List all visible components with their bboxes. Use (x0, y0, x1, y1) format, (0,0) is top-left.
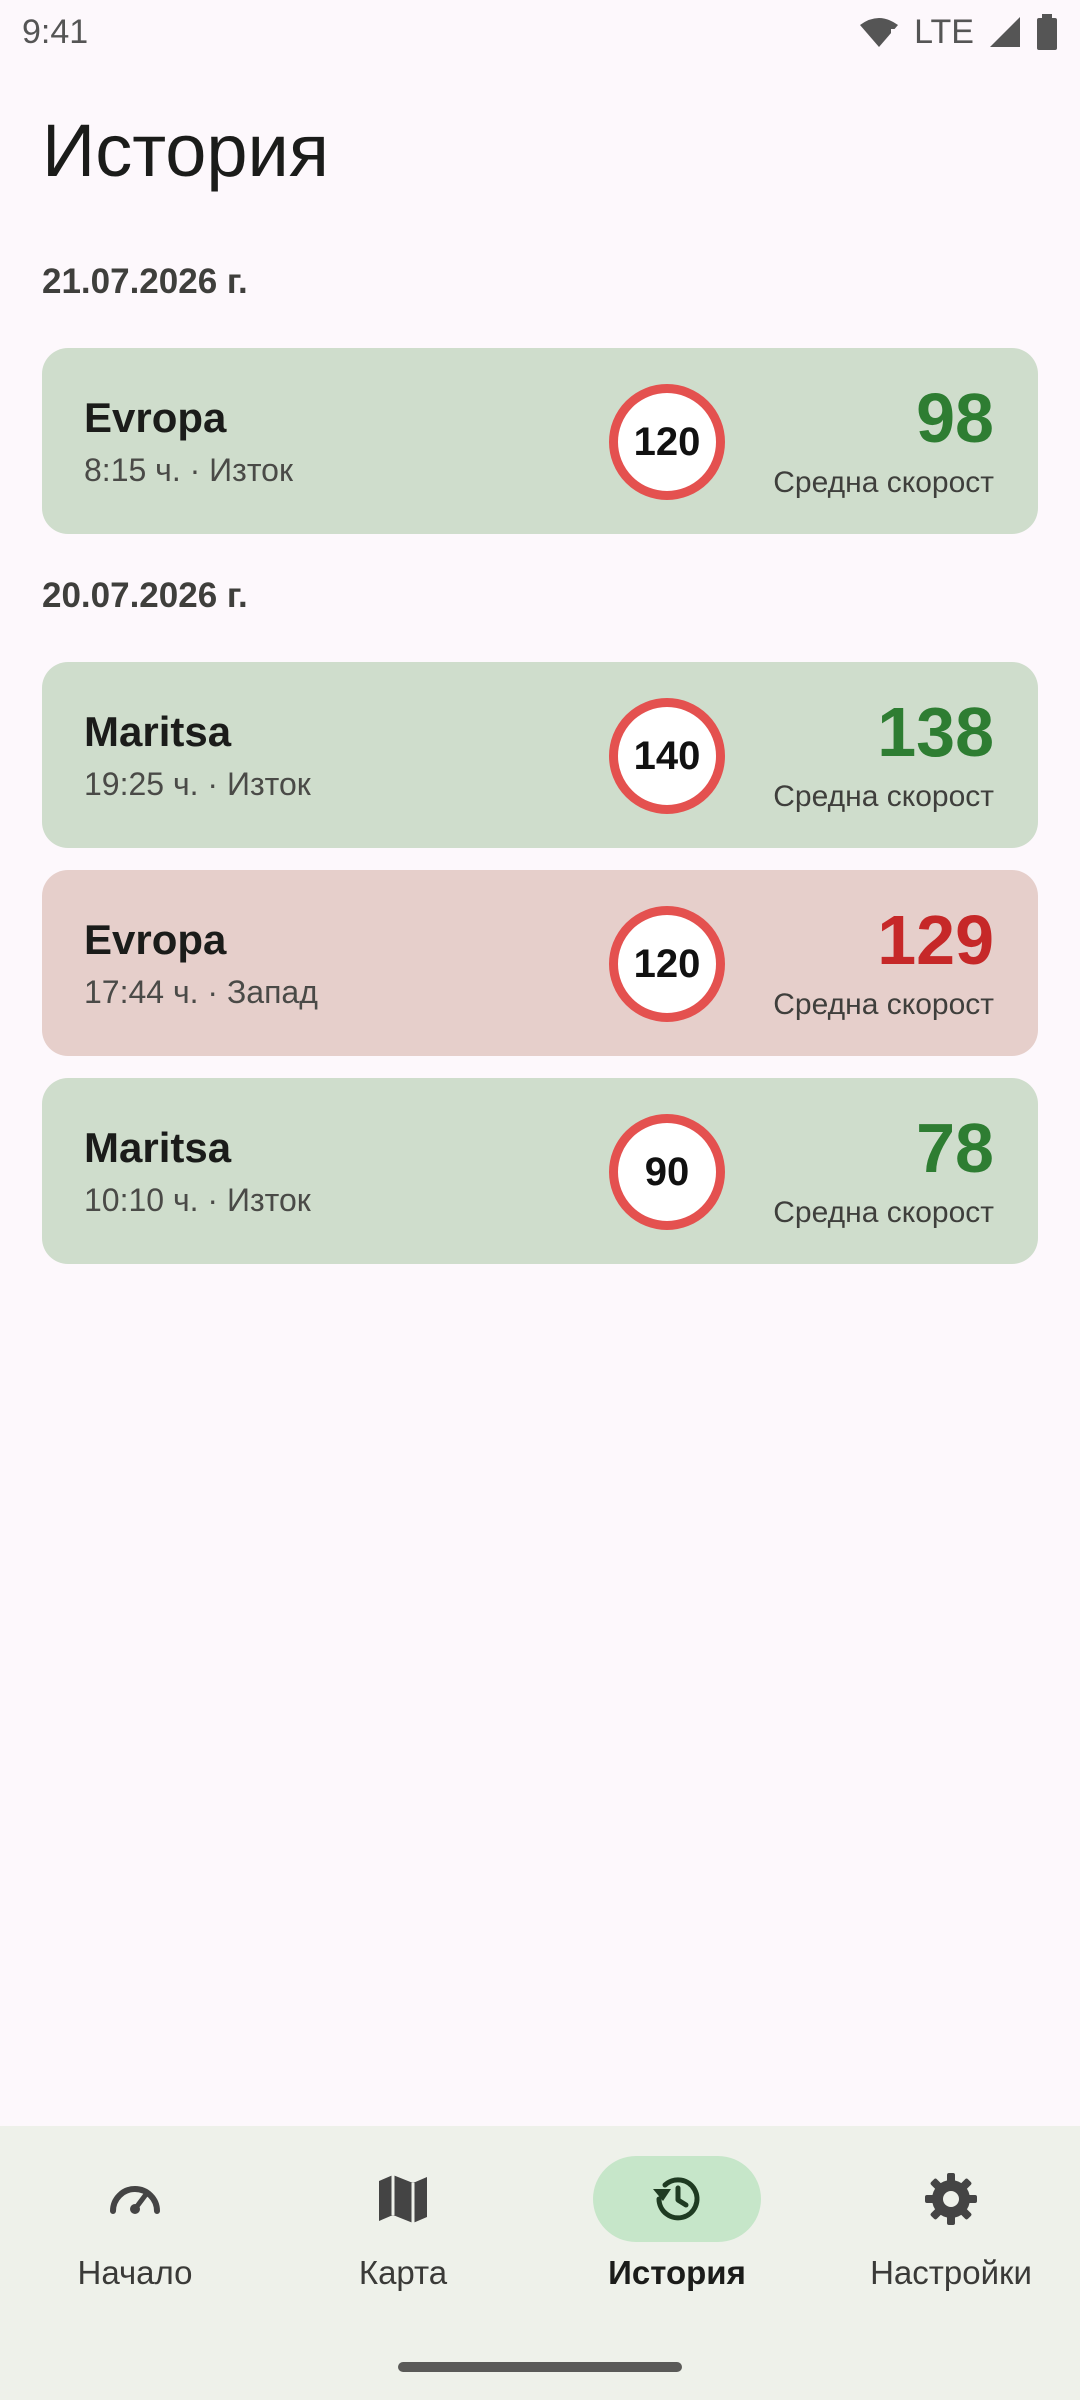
nav-label: Настройки (870, 2254, 1032, 2291)
trip-meta: 19:25 ч. · Изток (84, 766, 311, 802)
trip-road: Maritsa (84, 1124, 232, 1171)
nav-label: История (608, 2254, 746, 2291)
date-header: 21.07.2026 г. (42, 262, 248, 301)
nav-pill (319, 2156, 487, 2242)
average-speed-label: Средна скорост (773, 466, 994, 499)
average-speed-value: 98 (916, 379, 994, 457)
date-header: 20.07.2026 г. (42, 576, 248, 615)
speed-limit-sign: 90 (609, 1114, 725, 1230)
battery-icon (1037, 14, 1057, 50)
network-type: LTE (914, 12, 974, 51)
speed-limit-sign: 120 (609, 906, 725, 1022)
map-icon (379, 2175, 427, 2223)
page-title: История (42, 109, 329, 192)
trip-meta: 8:15 ч. · Изток (84, 452, 293, 488)
home-indicator[interactable] (398, 2362, 682, 2372)
nav-item-home[interactable]: Начало (0, 2156, 270, 2326)
nav-item-map[interactable]: Карта (268, 2156, 538, 2326)
speed-limit-sign: 120 (609, 384, 725, 500)
nav-pill (51, 2156, 219, 2242)
gear-icon (925, 2173, 977, 2225)
screen: 9:41 LTE История 21.07.2026 г. Evropa 8:… (0, 0, 1080, 2400)
average-speed-label: Средна скорост (773, 1196, 994, 1229)
bottom-navigation: Начало Карта История Настройки (0, 2126, 1080, 2400)
cell-signal-icon (990, 17, 1020, 47)
speedometer-icon (110, 2186, 160, 2214)
average-speed-label: Средна скорост (773, 988, 994, 1021)
average-speed-value: 138 (877, 693, 994, 771)
trip-meta: 17:44 ч. · Запад (84, 974, 318, 1010)
trip-road: Evropa (84, 916, 227, 963)
nav-item-history[interactable]: История (542, 2156, 812, 2326)
nav-label: Начало (77, 2254, 193, 2291)
status-icons: LTE (858, 13, 1058, 52)
nav-pill (867, 2156, 1035, 2242)
average-speed-value: 78 (916, 1109, 994, 1187)
trip-meta: 10:10 ч. · Изток (84, 1182, 311, 1218)
average-speed-label: Средна скорост (773, 780, 994, 813)
trip-card[interactable]: Maritsa 19:25 ч. · Изток 140 138 Средна … (42, 662, 1038, 848)
trip-road: Evropa (84, 394, 227, 441)
wifi-alert-icon (860, 18, 899, 47)
trip-road: Maritsa (84, 708, 232, 755)
speed-limit-sign: 140 (609, 698, 725, 814)
nav-item-settings[interactable]: Настройки (816, 2156, 1080, 2326)
nav-label: Карта (358, 2254, 448, 2291)
nav-pill-active (593, 2156, 761, 2242)
trip-card[interactable]: Evropa 8:15 ч. · Изток 120 98 Средна ско… (42, 348, 1038, 534)
average-speed-value: 129 (877, 901, 994, 979)
trip-card[interactable]: Evropa 17:44 ч. · Запад 120 129 Средна с… (42, 870, 1038, 1056)
history-icon (653, 2177, 700, 2221)
status-time: 9:41 (22, 12, 89, 51)
trip-card[interactable]: Maritsa 10:10 ч. · Изток 90 78 Средна ск… (42, 1078, 1038, 1264)
status-bar: 9:41 LTE (0, 0, 1080, 64)
